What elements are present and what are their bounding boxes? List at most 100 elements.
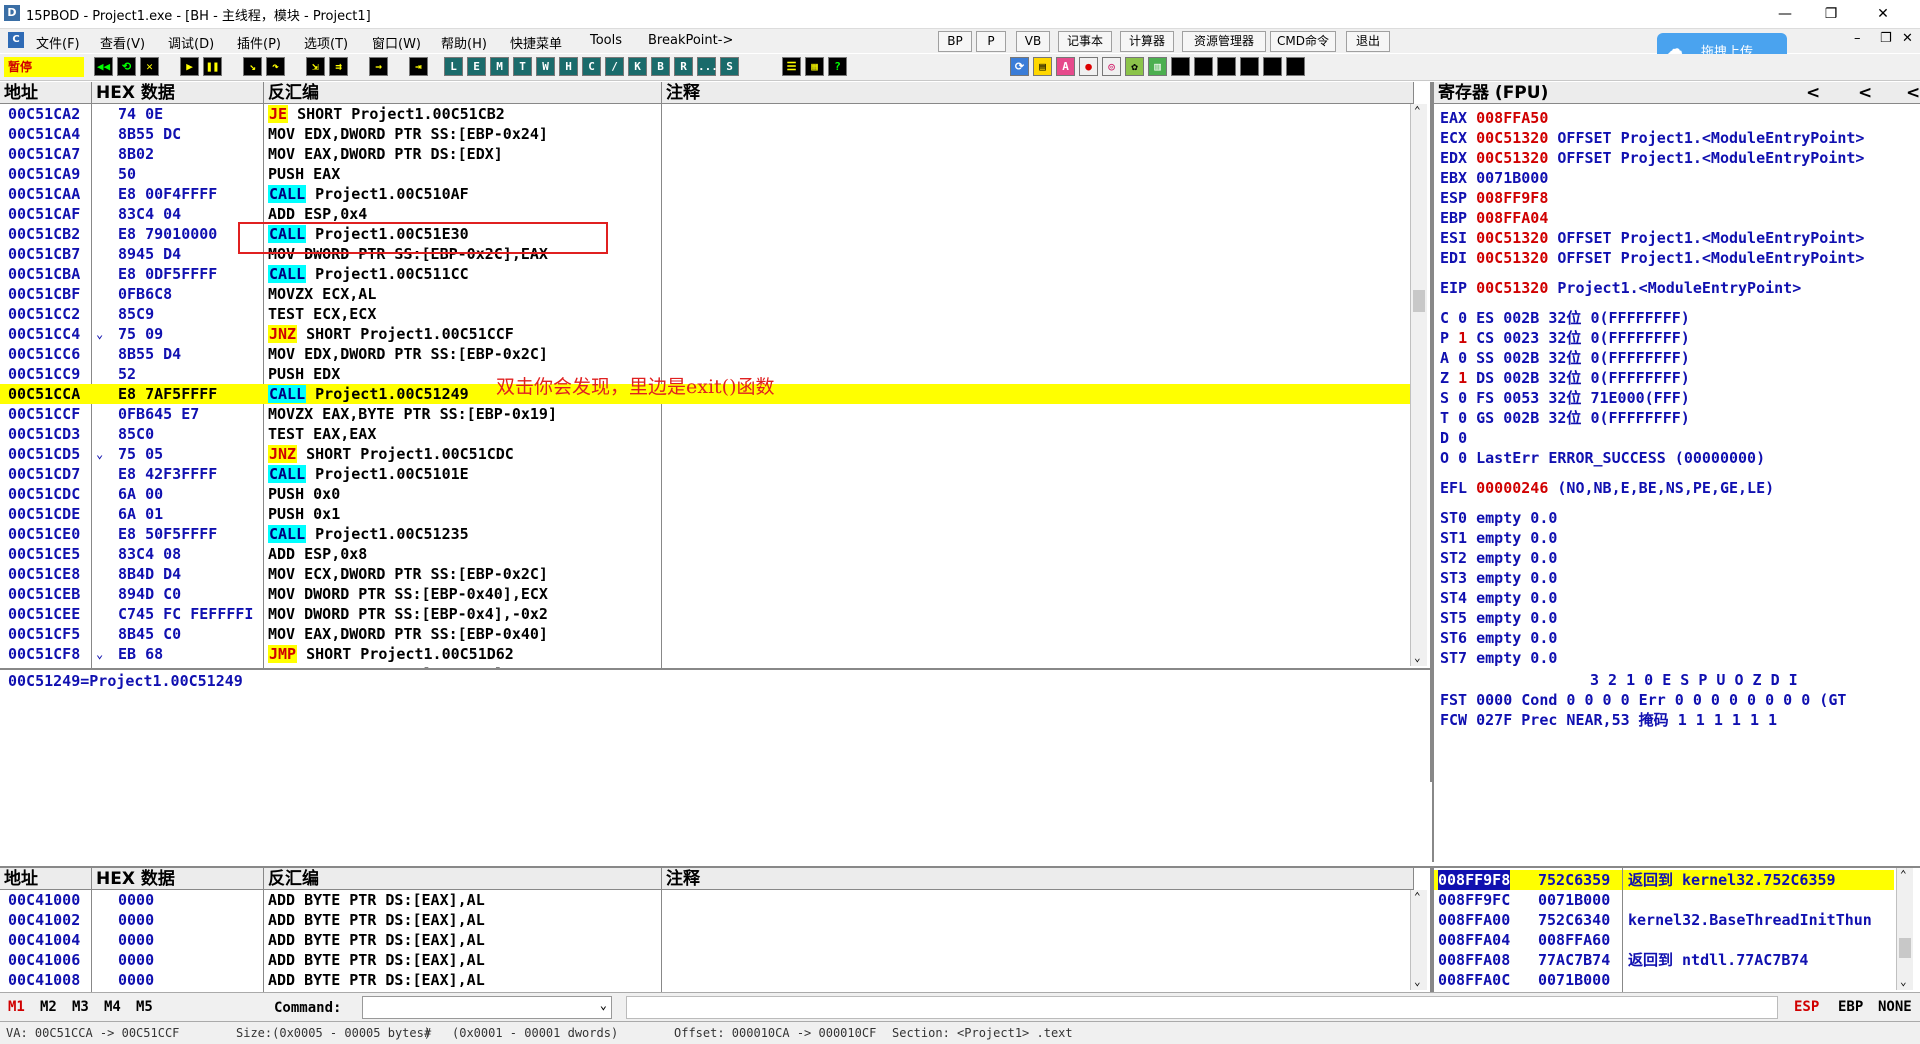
stack-row[interactable]: 008FF9FC 0071B000 (1434, 890, 1894, 910)
dump-row[interactable]: 00C41004 0000 ADD BYTE PTR DS:[EAX],AL (0, 930, 1410, 950)
disasm-row[interactable]: 00C51CD7 E8 42F3FFFF CALL Project1.00C5101… (0, 464, 1410, 484)
menu-file[interactable]: 文件(F) (36, 33, 80, 52)
disasm-row[interactable]: 00C51CA9 50 PUSH EAX (0, 164, 1410, 184)
dump-col-comment[interactable]: 注释 (662, 868, 1414, 890)
step-into-icon[interactable]: ↘ (243, 57, 262, 76)
disasm-row[interactable]: 00C51CDE 6A 01 PUSH 0x1 (0, 504, 1410, 524)
col-header-hex[interactable]: HEX 数据 (92, 82, 264, 104)
register-row[interactable]: ECX 00C51320 OFFSET Project1.<ModuleEntr… (1440, 128, 1864, 148)
menu-window[interactable]: 窗口(W) (372, 33, 421, 52)
tool-slot-3-icon[interactable] (1217, 57, 1236, 76)
menu-breakpoint[interactable]: BreakPoint-> (648, 33, 733, 48)
col-header-disasm[interactable]: 反汇编 (264, 82, 662, 104)
fpu-row[interactable]: ST3 empty 0.0 (1440, 568, 1557, 588)
disasm-scrollbar[interactable]: ⌃ ⌄ (1410, 104, 1427, 666)
menu-tools[interactable]: Tools (590, 33, 622, 48)
close-debug-icon[interactable]: ✕ (140, 57, 159, 76)
close-button[interactable]: ✕ (1860, 0, 1906, 28)
scroll-thumb[interactable] (1413, 290, 1425, 312)
disasm-row[interactable]: 00C51CD3 85C0 TEST EAX,EAX (0, 424, 1410, 444)
dump-row[interactable]: 00C41008 0000 ADD BYTE PTR DS:[EAX],AL (0, 970, 1410, 990)
menu-debug[interactable]: 调试(D) (168, 33, 214, 52)
fst-row[interactable]: FST 0000 Cond 0 0 0 0 Err 0 0 0 0 0 0 0 … (1440, 690, 1846, 710)
menu-plugins[interactable]: 插件(P) (237, 33, 281, 52)
vb-button[interactable]: VB (1016, 31, 1050, 52)
flag-row[interactable]: P 1 CS 0023 32位 0(FFFFFFFF) (1440, 328, 1690, 348)
flag-row[interactable]: A 0 SS 002B 32位 0(FFFFFFFF) (1440, 348, 1690, 368)
dump-row[interactable]: 00C41006 0000 ADD BYTE PTR DS:[EAX],AL (0, 950, 1410, 970)
fpu-row[interactable]: ST4 empty 0.0 (1440, 588, 1557, 608)
exit-button[interactable]: 退出 (1346, 31, 1390, 52)
register-row[interactable]: ESI 00C51320 OFFSET Project1.<ModuleEntr… (1440, 228, 1864, 248)
mem-tab-m4[interactable]: M4 (104, 999, 121, 1015)
window-breakpoints-button[interactable]: B (651, 57, 670, 76)
flag-row[interactable]: O 0 LastErr ERROR_SUCCESS (00000000) (1440, 448, 1765, 468)
registers-pane[interactable]: 寄存器 (FPU) < < < EAX 008FFA50 ECX 00C5132… (1432, 82, 1920, 862)
register-row[interactable]: EDI 00C51320 OFFSET Project1.<ModuleEntr… (1440, 248, 1864, 268)
scroll-down-arrow[interactable]: ⌄ (1414, 651, 1421, 664)
registers-header[interactable]: 寄存器 (FPU) < < < (1434, 82, 1920, 104)
folder-icon[interactable]: ▤ (1033, 57, 1052, 76)
disasm-row[interactable]: 00C51CAA E8 00F4FFFF CALL Project1.00C510A… (0, 184, 1410, 204)
dump-col-address[interactable]: 地址 (0, 868, 92, 890)
disasm-row[interactable]: 00C51CE8 8B4D D4 MOV ECX,DWORD PTR SS:[EBP… (0, 564, 1410, 584)
scroll-down-arrow[interactable]: ⌄ (1414, 975, 1421, 988)
menu-options[interactable]: 选项(T) (304, 33, 348, 52)
disasm-row[interactable]: 00C51CC6 8B55 D4 MOV EDX,DWORD PTR SS:[EBP… (0, 344, 1410, 364)
scroll-thumb[interactable] (1899, 938, 1911, 958)
mdi-restore-button[interactable]: ❐ (1880, 31, 1892, 46)
dump-col-hex[interactable]: HEX 数据 (92, 868, 264, 890)
flag-row[interactable]: T 0 GS 002B 32位 0(FFFFFFFF) (1440, 408, 1690, 428)
disasm-row[interactable]: 00C51CA7 8B02 MOV EAX,DWORD PTR DS:[EDX] (0, 144, 1410, 164)
stack-mode-esp[interactable]: ESP (1794, 999, 1819, 1015)
plugin-icon[interactable]: ✿ (1125, 57, 1144, 76)
stack-pane[interactable]: 008FF9F8 752C6359 返回到 kernel32.752C6359 008… (1432, 866, 1920, 992)
efl-row[interactable]: EFL 00000246 (NO,NB,E,BE,NS,PE,GE,LE) (1440, 478, 1774, 498)
bp-button[interactable]: BP (938, 31, 972, 52)
minimize-button[interactable]: — (1762, 0, 1808, 28)
scroll-up-arrow[interactable]: ⌃ (1414, 890, 1421, 903)
flag-row[interactable]: D 0 (1440, 428, 1467, 448)
disasm-row[interactable]: 00C51CDC 6A 00 PUSH 0x0 (0, 484, 1410, 504)
stack-mode-ebp[interactable]: EBP (1838, 999, 1863, 1015)
reg-nav-left-1[interactable]: < (1806, 82, 1820, 104)
disasm-row[interactable]: 00C51CC4 ⌄ 75 09 JNZ SHORT Project1.00C51CC… (0, 324, 1410, 344)
record-icon[interactable]: ● (1079, 57, 1098, 76)
stack-row[interactable]: 008FFA0C 0071B000 (1434, 970, 1894, 990)
disasm-row[interactable]: 00C51CE0 E8 50F5FFFF CALL Project1.00C5123… (0, 524, 1410, 544)
fcw-row[interactable]: FCW 027F Prec NEAR,53 掩码 1 1 1 1 1 1 (1440, 710, 1777, 730)
stack-scrollbar[interactable]: ⌃ ⌄ (1896, 868, 1913, 990)
mem-tab-m5[interactable]: M5 (136, 999, 153, 1015)
col-header-comment[interactable]: 注释 (662, 82, 1414, 104)
restart-icon[interactable]: ⟲ (117, 57, 136, 76)
fpu-row[interactable]: ST2 empty 0.0 (1440, 548, 1557, 568)
window-threads-button[interactable]: T (513, 57, 532, 76)
disasm-row[interactable]: 00C51CF5 8B45 C0 MOV EAX,DWORD PTR SS:[EBP… (0, 624, 1410, 644)
p-button[interactable]: P (976, 31, 1006, 52)
tool-slot-4-icon[interactable] (1240, 57, 1259, 76)
disasm-row[interactable]: 00C51CCF 0FB645 E7 MOVZX EAX,BYTE PTR SS:[… (0, 404, 1410, 424)
window-source-button[interactable]: S (720, 57, 739, 76)
dump-col-disasm[interactable]: 反汇编 (264, 868, 662, 890)
tool-slot-2-icon[interactable] (1194, 57, 1213, 76)
tool-slot-1-icon[interactable] (1171, 57, 1190, 76)
mem-tab-m3[interactable]: M3 (72, 999, 89, 1015)
stack-row[interactable]: 008FFA00 752C6340 kernel32.BaseThreadInitT… (1434, 910, 1894, 930)
command-input[interactable]: ⌄ (362, 996, 612, 1019)
eip-row[interactable]: EIP 00C51320 Project1.<ModuleEntryPoint> (1440, 278, 1801, 298)
reg-nav-left-3[interactable]: < (1906, 82, 1920, 104)
dump-row[interactable]: 00C41000 0000 ADD BYTE PTR DS:[EAX],AL (0, 890, 1410, 910)
fpu-row[interactable]: ST5 empty 0.0 (1440, 608, 1557, 628)
col-header-address[interactable]: 地址 (0, 82, 92, 104)
window-cpu-button[interactable]: C (582, 57, 601, 76)
scroll-up-arrow[interactable]: ⌃ (1414, 104, 1421, 117)
window-modules-button[interactable]: E (467, 57, 486, 76)
refresh-icon[interactable]: ⟳ (1010, 57, 1029, 76)
fpu-row[interactable]: ST0 empty 0.0 (1440, 508, 1557, 528)
cpu-disasm-pane[interactable]: 地址 HEX 数据 反汇编 注释 00C51CA2 74 0E JE SHORT P… (0, 82, 1432, 782)
animate-over-icon[interactable]: ⇉ (329, 57, 348, 76)
dump-scrollbar[interactable]: ⌃ ⌄ (1410, 890, 1427, 990)
mem-tab-m2[interactable]: M2 (40, 999, 57, 1015)
help-icon[interactable]: ? (828, 57, 847, 76)
menu-view[interactable]: 查看(V) (100, 33, 145, 52)
